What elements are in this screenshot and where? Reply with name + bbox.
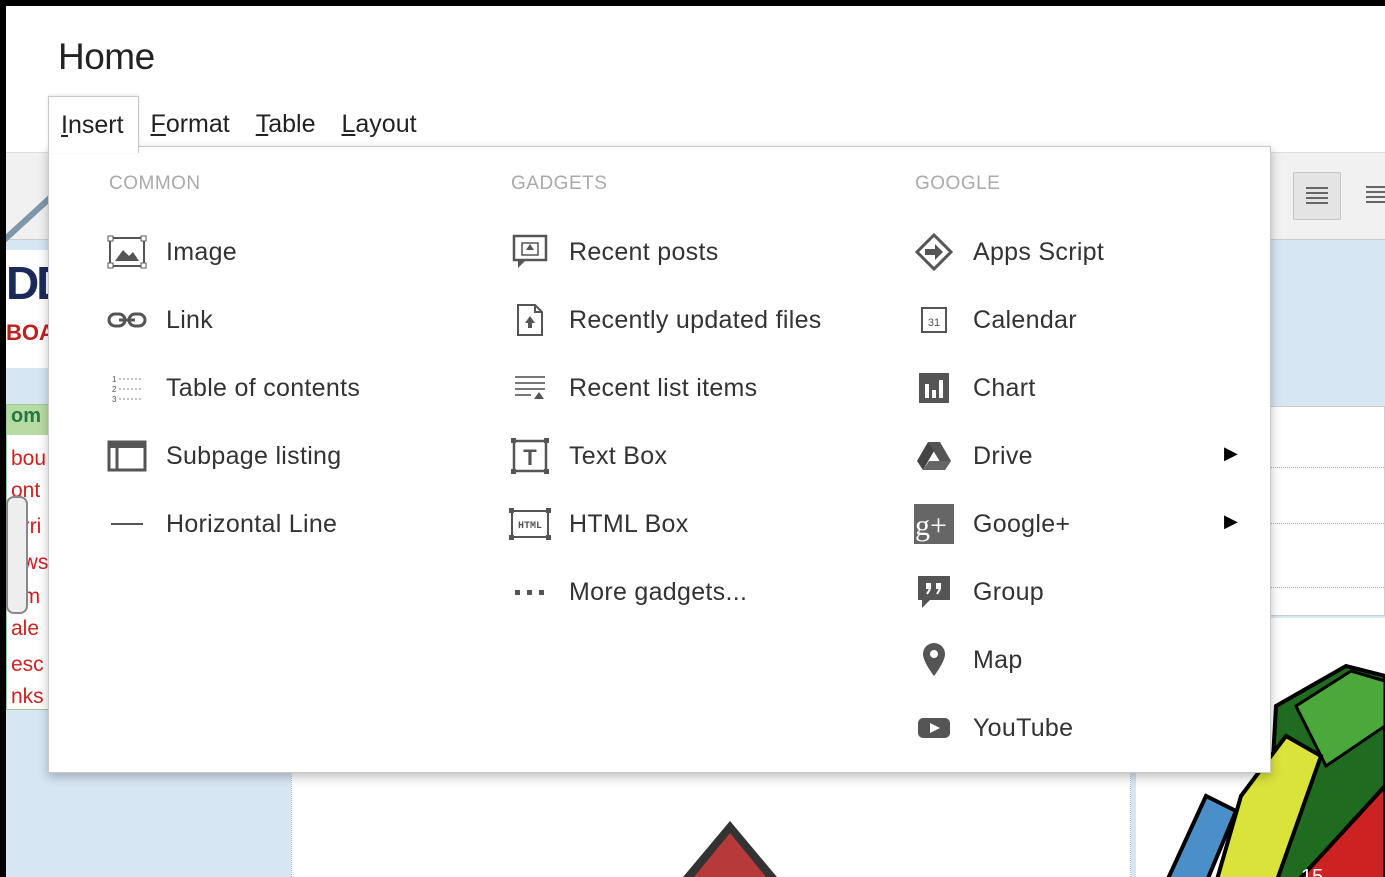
- sidebar-nav-header: om: [7, 405, 53, 435]
- insert-youtube-label: YouTube: [973, 713, 1074, 742]
- insert-link-item[interactable]: Link: [104, 297, 213, 343]
- recent-posts-icon: [507, 232, 553, 272]
- insert-youtube-item[interactable]: YouTube: [911, 705, 1073, 751]
- apps-script-icon: [911, 232, 957, 272]
- menu-tab-layout-key: L: [341, 110, 356, 138]
- google-plus-icon: g+: [911, 504, 957, 544]
- insert-menu-dropdown: COMMON Image Link 123 Table of contents …: [48, 146, 1271, 773]
- sidebar-scroll-handle[interactable]: [6, 496, 28, 614]
- youtube-icon: [911, 708, 957, 748]
- insert-recently-updated-files-label: Recently updated files: [569, 305, 822, 334]
- insert-text-box-label: Text Box: [569, 441, 668, 470]
- table-of-contents-icon: 123: [104, 368, 150, 408]
- menu-tab-table-label: able: [268, 110, 316, 138]
- group-icon: [911, 572, 957, 612]
- svg-text:1: 1: [112, 375, 117, 384]
- insert-more-gadgets-label: More gadgets...: [569, 577, 748, 606]
- calendar-icon: 31: [911, 300, 957, 340]
- slide-number: 15: [1301, 866, 1324, 877]
- insert-drive-label: Drive: [973, 441, 1033, 470]
- align-center-icon: [1366, 186, 1385, 206]
- insert-html-box-label: HTML Box: [569, 509, 689, 538]
- insert-map-label: Map: [973, 645, 1023, 674]
- menu-tab-insert-label: nsert: [67, 111, 124, 139]
- insert-google-plus-item[interactable]: g+ Google+: [911, 501, 1070, 547]
- align-left-icon: [1306, 187, 1328, 207]
- menu-tab-format-label: ormat: [165, 110, 230, 138]
- menu-tab-format[interactable]: Format: [139, 96, 244, 152]
- align-left-button[interactable]: [1293, 172, 1341, 220]
- insert-horizontal-line-item[interactable]: Horizontal Line: [104, 501, 337, 547]
- insert-subpage-listing-item[interactable]: Subpage listing: [104, 433, 341, 479]
- google-section-heading: GOOGLE: [915, 173, 1001, 194]
- insert-google-plus-label: Google+: [973, 509, 1071, 538]
- insert-image-label: Image: [166, 237, 237, 266]
- insert-html-box-item[interactable]: HTML HTML Box: [507, 501, 689, 547]
- insert-subpage-listing-label: Subpage listing: [166, 441, 342, 470]
- insert-map-item[interactable]: Map: [911, 637, 1023, 683]
- page-title: Home: [58, 36, 155, 77]
- insert-recent-list-items-item[interactable]: Recent list items: [507, 365, 758, 411]
- insert-group-label: Group: [973, 577, 1044, 606]
- chart-icon: [911, 368, 957, 408]
- svg-text:3: 3: [112, 395, 117, 403]
- house-roof-fill: [689, 833, 771, 877]
- link-icon: [104, 300, 150, 340]
- insert-table-of-contents-label: Table of contents: [166, 373, 361, 402]
- insert-recently-updated-files-item[interactable]: Recently updated files: [507, 297, 822, 343]
- horizontal-line-icon: [104, 504, 150, 544]
- text-box-icon: T: [507, 436, 553, 476]
- insert-table-of-contents-item[interactable]: 123 Table of contents: [104, 365, 360, 411]
- gadgets-section-heading: GADGETS: [511, 173, 608, 194]
- map-pin-icon: [911, 640, 957, 680]
- subpage-listing-icon: [104, 436, 150, 476]
- sidebar-nav-link[interactable]: nks: [11, 685, 44, 709]
- drive-submenu-arrow-icon: ▶: [1224, 443, 1238, 463]
- menu-tab-format-key: F: [150, 110, 166, 138]
- common-section-heading: COMMON: [109, 173, 201, 194]
- insert-text-box-item[interactable]: T Text Box: [507, 433, 667, 479]
- slide-frame: Home DDI BOA om bou ont urri ews om ale …: [6, 6, 1385, 877]
- more-dots-icon: [507, 572, 553, 612]
- insert-link-label: Link: [166, 305, 214, 334]
- insert-apps-script-label: Apps Script: [973, 237, 1105, 266]
- insert-image-item[interactable]: Image: [104, 229, 237, 275]
- menu-tab-layout-label: ayout: [355, 110, 417, 138]
- menu-tab-table-key: T: [255, 110, 269, 138]
- insert-group-item[interactable]: Group: [911, 569, 1044, 615]
- sidebar-nav-link[interactable]: bou: [11, 447, 46, 471]
- image-icon: [104, 232, 150, 272]
- insert-calendar-item[interactable]: 31 Calendar: [911, 297, 1077, 343]
- svg-text:T: T: [523, 445, 537, 470]
- insert-horizontal-line-label: Horizontal Line: [166, 509, 338, 538]
- svg-text:2: 2: [112, 385, 117, 394]
- insert-chart-label: Chart: [973, 373, 1036, 402]
- menu-tab-layout[interactable]: Layout: [330, 96, 431, 152]
- menu-tab-insert-key: I: [61, 111, 68, 139]
- drive-icon: [911, 436, 957, 476]
- recent-list-items-icon: [507, 368, 553, 408]
- insert-drive-item[interactable]: Drive: [911, 433, 1033, 479]
- svg-text:g+: g+: [915, 509, 947, 542]
- menu-tab-table[interactable]: Table: [244, 96, 330, 152]
- insert-calendar-label: Calendar: [973, 305, 1077, 334]
- google-plus-submenu-arrow-icon: ▶: [1224, 511, 1238, 531]
- sidebar-nav-link[interactable]: esc: [11, 653, 44, 677]
- menu-tab-insert[interactable]: Insert: [48, 96, 139, 153]
- insert-apps-script-item[interactable]: Apps Script: [911, 229, 1104, 275]
- align-center-button[interactable]: [1358, 172, 1385, 220]
- insert-more-gadgets-item[interactable]: More gadgets...: [507, 569, 747, 615]
- svg-text:31: 31: [928, 317, 940, 329]
- recently-updated-files-icon: [507, 300, 553, 340]
- insert-recent-posts-item[interactable]: Recent posts: [507, 229, 719, 275]
- html-box-icon: HTML: [507, 504, 553, 544]
- insert-chart-item[interactable]: Chart: [911, 365, 1036, 411]
- insert-recent-list-items-label: Recent list items: [569, 373, 758, 402]
- svg-text:HTML: HTML: [518, 521, 542, 532]
- sidebar-nav-link[interactable]: ale: [11, 617, 39, 641]
- editor-menubar: Insert Format Table Layout: [48, 96, 431, 153]
- insert-recent-posts-label: Recent posts: [569, 237, 719, 266]
